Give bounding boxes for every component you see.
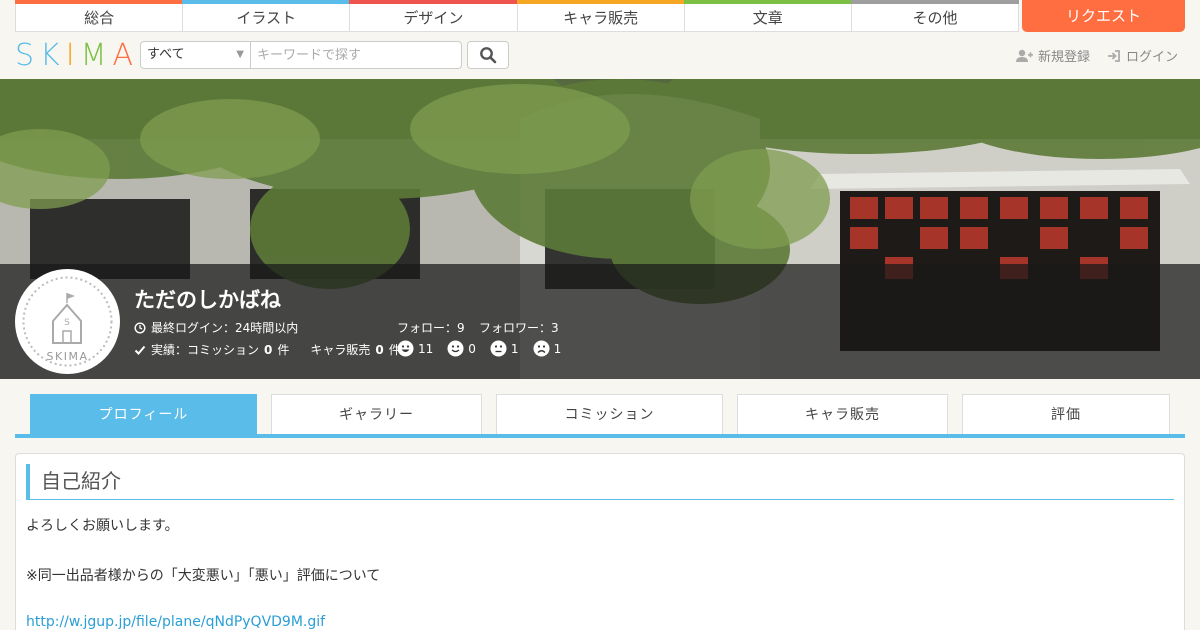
search-category-value: すべて	[147, 47, 185, 62]
tab-commission[interactable]: コミッション	[496, 394, 723, 434]
login-link[interactable]: ログイン	[1107, 46, 1178, 65]
rating-count: 11	[418, 341, 434, 356]
logo-letter: K	[40, 38, 66, 73]
chara-label: キャラ販売	[310, 343, 371, 357]
section-title: 自己紹介	[26, 464, 1174, 500]
category-tab-all[interactable]: 総合	[15, 0, 184, 32]
tab-gallery[interactable]: ギャラリー	[271, 394, 482, 434]
count-suffix: 件	[277, 343, 290, 357]
bio-link[interactable]: http://w.jgup.jp/file/plane/qNdPyQVD9M.g…	[26, 614, 325, 630]
rating-very-good: 11	[397, 340, 433, 357]
category-nav: 総合 イラスト デザイン キャラ販売 文章 その他	[15, 0, 1020, 32]
rating-summary: 11 0 1 1	[397, 340, 570, 357]
category-tab-illust[interactable]: イラスト	[182, 0, 351, 32]
bio-line: ※同一出品者様からの「大変悪い」「悪い」評価について	[26, 568, 381, 584]
signup-label: 新規登録	[1038, 50, 1091, 65]
tab-underline	[15, 434, 1185, 438]
category-tab-other[interactable]: その他	[850, 0, 1020, 32]
very-bad-face-icon	[533, 340, 550, 357]
login-label: ログイン	[1126, 50, 1179, 65]
category-tab-chara[interactable]: キャラ販売	[516, 0, 685, 32]
rating-count: 1	[553, 341, 562, 356]
very-good-face-icon	[397, 340, 414, 357]
last-login: 最終ログイン：24時間以内	[134, 319, 298, 336]
check-icon	[134, 345, 146, 355]
tab-profile[interactable]: プロフィール	[30, 394, 257, 434]
skima-logo[interactable]: S K I M A	[15, 40, 139, 72]
svg-text:SKIMA: SKIMA	[47, 350, 89, 363]
search-input[interactable]	[250, 41, 462, 69]
follow-text: フォロー：9	[397, 321, 465, 335]
search-category-select[interactable]: すべて ▼	[140, 41, 251, 69]
user-add-icon	[1016, 49, 1033, 62]
search-icon	[480, 47, 497, 64]
follower-text: フォロワー：3	[479, 321, 559, 335]
last-login-text: 最終ログイン：24時間以内	[151, 321, 299, 335]
tab-chara-sales[interactable]: キャラ販売	[737, 394, 948, 434]
record-summary: 実績：コミッション 0 件 キャラ販売 0 件	[134, 341, 401, 358]
avatar[interactable]: S SKIMA	[15, 269, 120, 374]
follower-count[interactable]: フォロワー：3	[479, 319, 559, 336]
good-face-icon	[447, 340, 464, 357]
logo-letter: M	[80, 38, 113, 73]
skima-house-avatar-icon: S SKIMA	[22, 276, 113, 367]
clock-icon	[134, 321, 146, 334]
rating-very-bad: 1	[533, 340, 562, 357]
rating-bad: 1	[490, 340, 519, 357]
rating-count: 1	[510, 341, 519, 356]
category-tab-design[interactable]: デザイン	[349, 0, 518, 32]
bad-face-icon	[490, 340, 507, 357]
chevron-down-icon: ▼	[236, 49, 244, 60]
logo-letter: I	[65, 38, 81, 73]
search-button[interactable]	[467, 41, 509, 69]
rating-good: 0	[447, 340, 476, 357]
bio-line: よろしくお願いします。	[26, 518, 179, 534]
category-tab-writing[interactable]: 文章	[683, 0, 853, 32]
svg-text:S: S	[64, 318, 70, 328]
logo-letter: S	[15, 38, 41, 73]
tab-reviews[interactable]: 評価	[962, 394, 1170, 434]
record-label: 実績：コミッション	[151, 343, 260, 357]
follow-count[interactable]: フォロー：9	[397, 319, 465, 336]
rating-count: 0	[468, 341, 476, 356]
user-name: ただのしかばね	[134, 288, 281, 312]
logo-letter: A	[112, 38, 140, 73]
request-button[interactable]: リクエスト	[1022, 0, 1185, 32]
signup-link[interactable]: 新規登録	[1016, 46, 1090, 65]
login-icon	[1108, 49, 1120, 62]
commission-count: 0	[264, 342, 273, 357]
chara-count: 0	[375, 342, 384, 357]
